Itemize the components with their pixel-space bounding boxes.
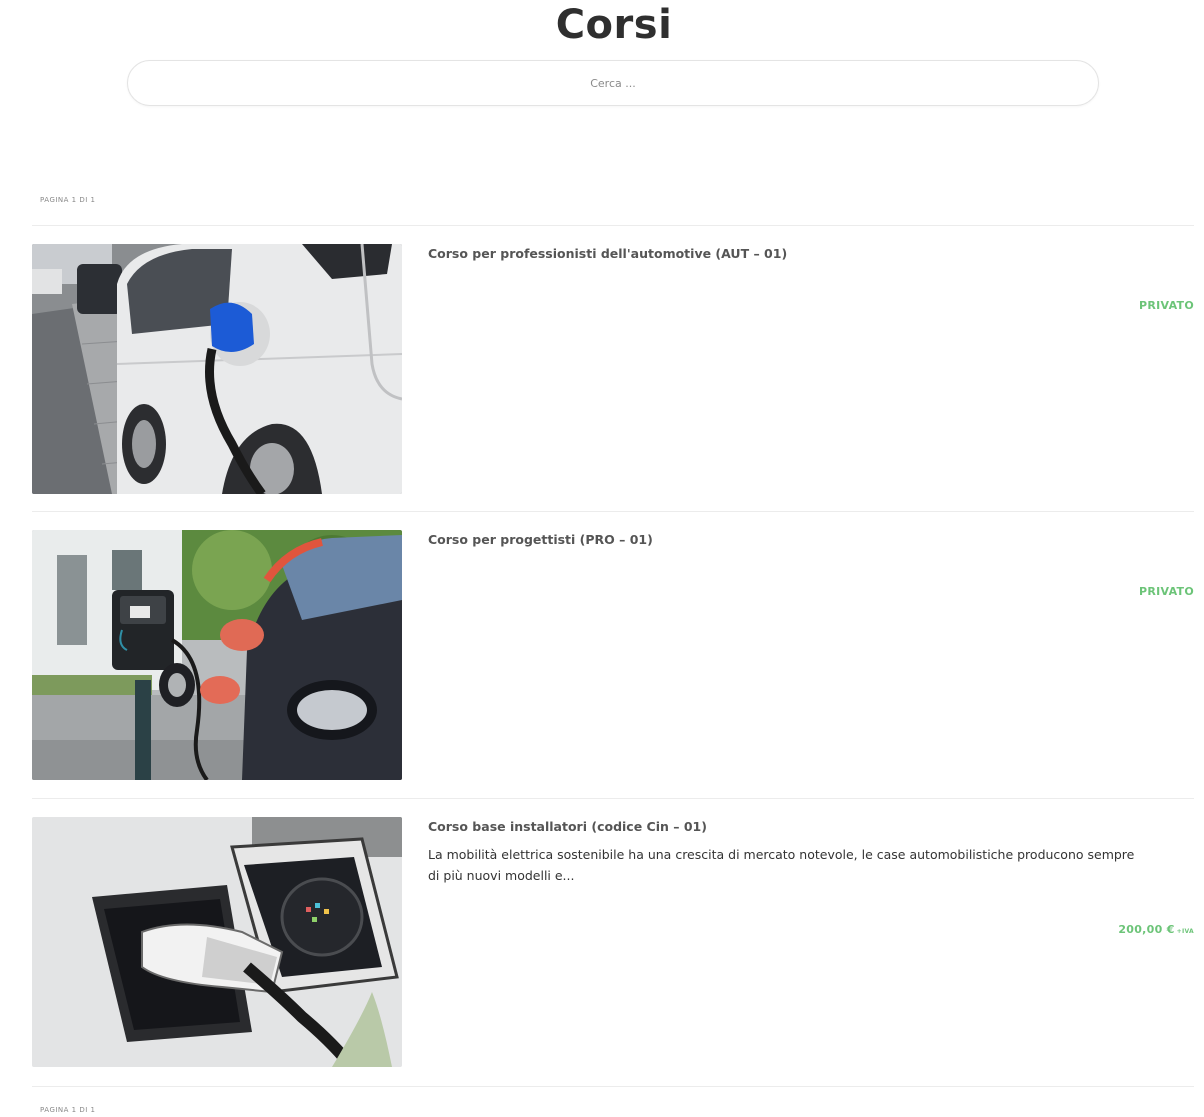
divider xyxy=(32,798,1194,799)
course-status-badge: PRIVATO xyxy=(1138,585,1194,598)
course-price-value: 200,00 € xyxy=(1118,923,1175,936)
course-price: 200,00 € +IVA xyxy=(1118,923,1194,936)
pagination-top: PAGINA 1 DI 1 xyxy=(40,196,96,204)
course-price-suffix: +IVA xyxy=(1176,928,1194,935)
course-card-pro01[interactable]: Corso per progettisti (PRO – 01) PRIVATO xyxy=(32,530,1194,780)
course-image-aut01[interactable] xyxy=(32,244,402,494)
course-image-cin01[interactable] xyxy=(32,817,402,1067)
course-title[interactable]: Corso per progettisti (PRO – 01) xyxy=(428,532,653,547)
course-card-aut01[interactable]: Corso per professionisti dell'automotive… xyxy=(32,244,1194,494)
pagination-bottom: PAGINA 1 DI 1 xyxy=(40,1106,96,1114)
course-title[interactable]: Corso base installatori (codice Cin – 01… xyxy=(428,819,707,834)
search-bar[interactable] xyxy=(127,60,1099,106)
course-status-badge: PRIVATO xyxy=(1138,299,1194,312)
course-image-pro01[interactable] xyxy=(32,530,402,780)
course-description: La mobilità elettrica sostenibile ha una… xyxy=(428,847,1135,883)
divider xyxy=(32,225,1194,226)
course-title[interactable]: Corso per professionisti dell'automotive… xyxy=(428,246,787,261)
search-input[interactable] xyxy=(320,75,906,91)
course-card-cin01[interactable]: Corso base installatori (codice Cin – 01… xyxy=(32,817,1194,1067)
divider xyxy=(32,1086,1194,1087)
page-title: Corsi xyxy=(555,2,673,48)
divider xyxy=(32,511,1194,512)
